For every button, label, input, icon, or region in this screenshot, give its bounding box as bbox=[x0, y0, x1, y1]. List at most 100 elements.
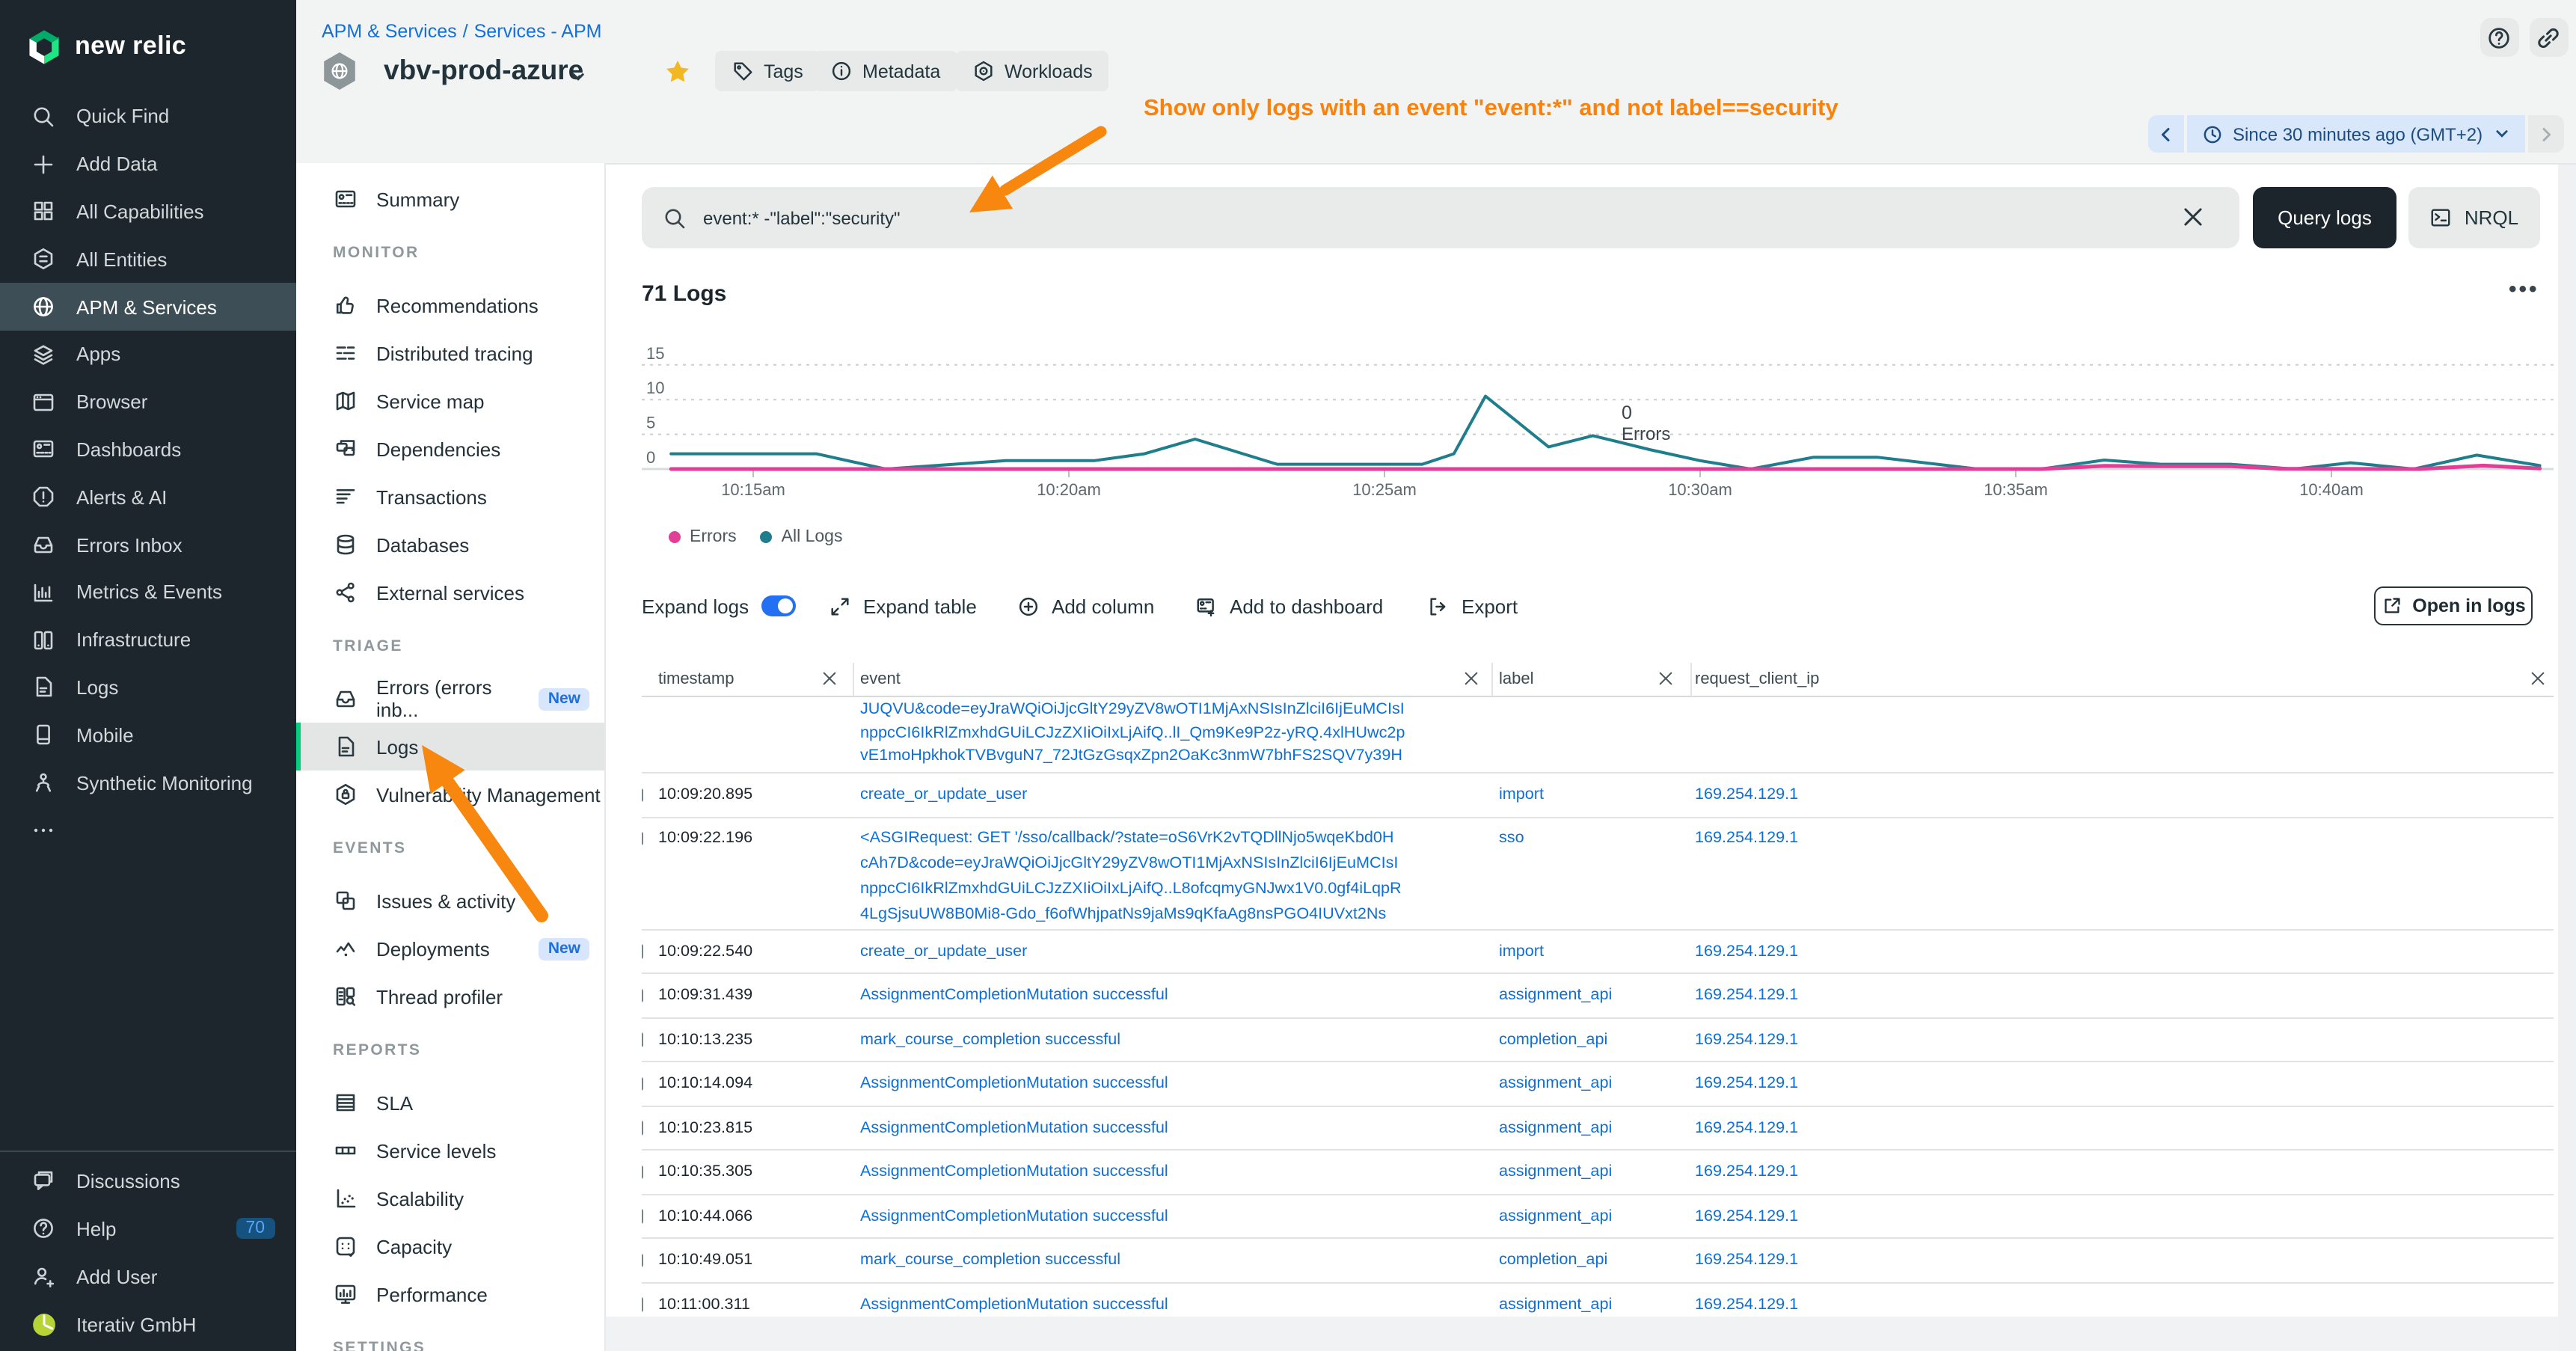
log-row[interactable]: 10:10:14.094 AssignmentCompletionMutation… bbox=[642, 1062, 2554, 1106]
toolbar-add-column-button[interactable]: Add column bbox=[1017, 586, 1154, 625]
toolbar-expand-logs-toggle[interactable]: Expand logs bbox=[642, 586, 795, 625]
sidebar-item-apps[interactable]: Apps bbox=[0, 331, 295, 379]
sidebar-item-errors-inbox[interactable]: Errors Inbox bbox=[0, 521, 295, 569]
chart-menu-button[interactable]: ••• bbox=[2509, 277, 2539, 302]
breadcrumb-link-apm[interactable]: APM & Services bbox=[322, 21, 457, 42]
subnav-item-scalability[interactable]: Scalability bbox=[295, 1174, 604, 1222]
subnav-item-dependencies[interactable]: Dependencies bbox=[295, 425, 604, 473]
sidebar-item-iterativ-gmbh[interactable]: Iterativ GmbH bbox=[0, 1300, 295, 1348]
entity-dropdown-chevron-icon[interactable] bbox=[569, 69, 586, 85]
log-query-input[interactable]: event:* -"label":"security" bbox=[642, 187, 2239, 248]
open-in-logs-button[interactable]: Open in logs bbox=[2374, 586, 2533, 625]
cell-event[interactable]: create_or_update_user bbox=[860, 773, 1494, 816]
log-row[interactable]: 10:10:49.051 mark_course_completion succe… bbox=[642, 1239, 2554, 1283]
sidebar-item-add-user[interactable]: Add User bbox=[0, 1252, 295, 1300]
help-button[interactable] bbox=[2480, 18, 2518, 57]
subnav-item-deployments[interactable]: DeploymentsNew bbox=[295, 925, 604, 972]
favorite-star-icon[interactable] bbox=[663, 58, 690, 85]
log-row[interactable]: 10:10:44.066 AssignmentCompletionMutation… bbox=[642, 1195, 2554, 1239]
sidebar-item-metrics-events[interactable]: Metrics & Events bbox=[0, 569, 295, 616]
cell-event[interactable]: JUQVU&code=eyJraWQiOiJjcGltY29yZV8wOTI1M… bbox=[860, 699, 1494, 768]
cell-timestamp[interactable]: 10:10:35.305 bbox=[658, 1151, 752, 1193]
subnav-item-external-services[interactable]: External services bbox=[295, 569, 604, 616]
sidebar-item-apm-services[interactable]: APM & Services bbox=[0, 283, 295, 331]
expand-logs-switch[interactable] bbox=[761, 596, 795, 616]
subnav-item-vulnerability-management[interactable]: Vulnerability Management bbox=[295, 771, 604, 818]
column-header-timestamp[interactable]: timestamp bbox=[658, 663, 735, 696]
copy-link-button[interactable] bbox=[2529, 18, 2568, 57]
log-row[interactable]: 10:10:13.235mark_course_completion succe… bbox=[642, 1018, 2554, 1062]
subnav-item-thread-profiler[interactable]: Thread profiler bbox=[295, 972, 604, 1020]
subnav-item-databases[interactable]: Databases bbox=[295, 521, 604, 569]
sidebar-item-all-capabilities[interactable]: All Capabilities bbox=[0, 188, 295, 236]
column-header-request-client-ip[interactable]: request_client_ip bbox=[1695, 663, 1819, 696]
subnav-item-service-levels[interactable]: Service levels bbox=[295, 1127, 604, 1174]
cell-timestamp[interactable]: 10:10:23.815 bbox=[658, 1106, 752, 1149]
subnav-item-errors-errors-inb[interactable]: Errors (errors inb...New bbox=[295, 675, 604, 723]
cell-label[interactable]: sso bbox=[1499, 825, 1524, 851]
column-header-event[interactable]: event bbox=[860, 663, 901, 696]
entity-name[interactable]: vbv-prod-azure bbox=[384, 54, 583, 87]
cell-event[interactable]: AssignmentCompletionMutation successful bbox=[860, 1195, 1494, 1237]
sidebar-item-infrastructure[interactable]: Infrastructure bbox=[0, 616, 295, 664]
cell-event[interactable]: mark_course_completion successful bbox=[860, 1239, 1494, 1281]
breadcrumb-link-services[interactable]: Services - APM bbox=[474, 21, 602, 42]
log-row[interactable]: 10:10:35.305 AssignmentCompletionMutation… bbox=[642, 1151, 2554, 1195]
new-relic-logo[interactable]: new relic bbox=[0, 0, 295, 73]
time-range-button[interactable]: Since 30 minutes ago (GMT+2) bbox=[2186, 115, 2524, 153]
subnav-item-distributed-tracing[interactable]: Distributed tracing bbox=[295, 329, 604, 377]
subnav-item-service-map[interactable]: Service map bbox=[295, 377, 604, 425]
cell-event[interactable]: AssignmentCompletionMutation successful bbox=[860, 1106, 1494, 1149]
legend-item-all-logs[interactable]: All Logs bbox=[761, 528, 843, 546]
cell-timestamp[interactable]: 10:10:14.094 bbox=[658, 1062, 752, 1105]
cell-request-client-ip[interactable]: 169.254.129.1 bbox=[1695, 825, 1798, 851]
sidebar-item-help[interactable]: Help70 bbox=[0, 1204, 295, 1252]
subnav-item-recommendations[interactable]: Recommendations bbox=[295, 281, 604, 329]
remove-column-timestamp-icon[interactable] bbox=[820, 669, 839, 688]
toolbar-expand-table-button[interactable]: Expand table bbox=[829, 586, 977, 625]
cell-label[interactable]: assignment_api bbox=[1499, 1062, 1612, 1105]
cell-request-client-ip[interactable]: 169.254.129.1 bbox=[1695, 1239, 1798, 1281]
query-logs-button[interactable]: Query logs bbox=[2253, 187, 2396, 248]
cell-timestamp[interactable]: 10:10:49.051 bbox=[658, 1239, 752, 1281]
cell-label[interactable]: assignment_api bbox=[1499, 1106, 1612, 1149]
cell-event[interactable]: create_or_update_user bbox=[860, 930, 1494, 972]
log-row[interactable]: JUQVU&code=eyJraWQiOiJjcGltY29yZV8wOTI1M… bbox=[642, 696, 2554, 773]
time-back-button[interactable] bbox=[2147, 115, 2183, 153]
toolbar-add-to-dashboard-button[interactable]: Add to dashboard bbox=[1195, 586, 1383, 625]
cell-timestamp[interactable]: 10:10:44.066 bbox=[658, 1195, 752, 1237]
sidebar-item-logs[interactable]: Logs bbox=[0, 664, 295, 711]
remove-column-event-icon[interactable] bbox=[1462, 669, 1481, 688]
cell-request-client-ip[interactable]: 169.254.129.1 bbox=[1695, 930, 1798, 972]
time-forward-button[interactable] bbox=[2527, 115, 2563, 153]
cell-timestamp[interactable]: 10:10:13.235 bbox=[658, 1018, 752, 1061]
cell-event[interactable]: AssignmentCompletionMutation successful bbox=[860, 1062, 1494, 1105]
remove-column-request-client-ip-icon[interactable] bbox=[2528, 669, 2548, 688]
sidebar-item-dashboards[interactable]: Dashboards bbox=[0, 426, 295, 474]
log-row[interactable]: 10:09:20.895create_or_update_userimport1… bbox=[642, 773, 2554, 818]
log-row[interactable]: 10:10:23.815 AssignmentCompletionMutation… bbox=[642, 1106, 2554, 1151]
cell-event[interactable]: <ASGIRequest: GET '/sso/callback/?state=… bbox=[860, 825, 1494, 927]
subnav-item-issues-activity[interactable]: Issues & activity bbox=[295, 877, 604, 925]
cell-request-client-ip[interactable]: 169.254.129.1 bbox=[1695, 1106, 1798, 1149]
cell-label[interactable]: assignment_api bbox=[1499, 1195, 1612, 1237]
vertical-scrollbar[interactable] bbox=[2558, 163, 2576, 1351]
sidebar-item-alerts-ai[interactable]: Alerts & AI bbox=[0, 474, 295, 521]
sidebar-item-all-entities[interactable]: All Entities bbox=[0, 236, 295, 284]
sidebar-item-more[interactable] bbox=[0, 806, 295, 854]
cell-timestamp[interactable]: 10:09:20.895 bbox=[658, 773, 752, 816]
remove-column-label-icon[interactable] bbox=[1656, 669, 1675, 688]
cell-timestamp[interactable]: 10:09:31.439 bbox=[658, 974, 752, 1017]
sidebar-item-browser[interactable]: Browser bbox=[0, 379, 295, 426]
log-row[interactable]: 10:09:22.196<ASGIRequest: GET '/sso/call… bbox=[642, 818, 2554, 930]
cell-request-client-ip[interactable]: 169.254.129.1 bbox=[1695, 1018, 1798, 1061]
subnav-item-capacity[interactable]: Capacity bbox=[295, 1222, 604, 1270]
column-header-label[interactable]: label bbox=[1499, 663, 1534, 696]
cell-event[interactable]: AssignmentCompletionMutation successful bbox=[860, 1151, 1494, 1193]
logs-timeseries-chart[interactable]: 05101510:15am10:20am10:25am10:30am10:35a… bbox=[642, 343, 2554, 510]
cell-timestamp[interactable]: 10:09:22.540 bbox=[658, 930, 752, 972]
cell-request-client-ip[interactable]: 169.254.129.1 bbox=[1695, 773, 1798, 816]
cell-label[interactable]: completion_api bbox=[1499, 1239, 1607, 1281]
workloads-button[interactable]: Workloads bbox=[955, 51, 1109, 91]
legend-item-errors[interactable]: Errors bbox=[669, 528, 737, 546]
